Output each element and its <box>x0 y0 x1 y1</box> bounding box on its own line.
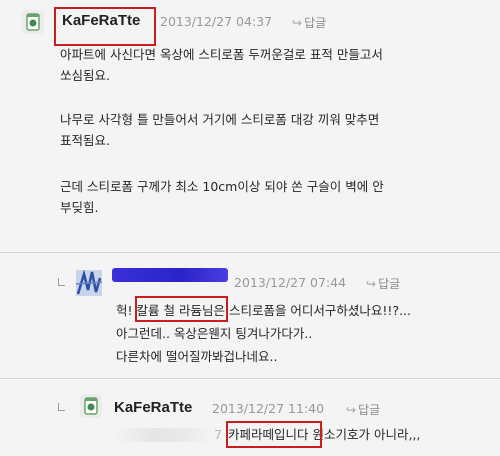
user-avatar[interactable] <box>76 270 102 296</box>
redacted-nickname <box>112 268 228 282</box>
coffee-cup-avatar[interactable] <box>80 394 102 418</box>
annotation-box-mention <box>135 296 228 322</box>
reply-indent-marker <box>58 403 65 411</box>
comment-author[interactable]: KaFeRaTte <box>114 399 192 416</box>
comment-divider <box>0 378 500 379</box>
comment-text-prefix: 7 <box>214 427 222 442</box>
comment-author[interactable]: KaFeRaTte <box>62 12 140 29</box>
comment-divider <box>0 252 500 253</box>
reply-indent-marker <box>58 278 65 286</box>
comment-line: 쏘심됨요. <box>60 68 110 83</box>
annotation-box-mention <box>226 421 322 448</box>
coffee-cup-icon <box>26 13 40 31</box>
reply-button[interactable]: ↪ 답글 <box>292 14 326 31</box>
comment-line: 나무로 사각형 틀 만들어서 거기에 스티로폼 대강 끼워 맞추면 <box>60 112 380 127</box>
comment-line: 근데 스티로폼 구께가 최소 10cm이상 되야 쏜 구슬이 벽에 안 <box>60 179 384 194</box>
coffee-cup-icon <box>84 397 98 415</box>
reply-button[interactable]: ↪ 답글 <box>346 401 380 418</box>
comment-timestamp: 2013/12/27 07:44 <box>234 275 347 290</box>
comment-line: 표적됨요. <box>60 133 110 148</box>
comment-timestamp: 2013/12/27 11:40 <box>212 401 325 416</box>
reply-arrow-icon: ↪ <box>346 403 357 417</box>
comment-line: 부딪힘. <box>60 200 99 215</box>
comment-line: 아그런데.. 옥상은웬지 팅겨나가다가.. <box>116 326 313 341</box>
reply-button[interactable]: ↪ 답글 <box>366 275 400 292</box>
reply-arrow-icon: ↪ <box>292 16 303 30</box>
comment-line: 아파트에 사신다면 옥상에 스티로폼 두꺼운걸로 표적 만들고서 <box>60 47 383 62</box>
reply-label: 답글 <box>378 277 401 291</box>
coffee-cup-avatar[interactable] <box>22 10 44 34</box>
comment-timestamp: 2013/12/27 04:37 <box>160 14 273 29</box>
avatar-image-icon <box>76 270 102 296</box>
reply-label: 답글 <box>358 403 381 417</box>
reply-label: 답글 <box>304 16 327 30</box>
comment-text-prefix: 헉! <box>116 303 133 318</box>
comment-text-suffix: 원소기호가 아니라,,, <box>312 427 421 442</box>
comment-text-suffix: 님은 스티로폼을 어디서구하셨나요!!?... <box>201 303 411 318</box>
comment-line: 다른차에 떨어질까봐겁나네요.. <box>116 349 278 364</box>
reply-arrow-icon: ↪ <box>366 277 377 291</box>
redacted-text <box>114 428 212 442</box>
